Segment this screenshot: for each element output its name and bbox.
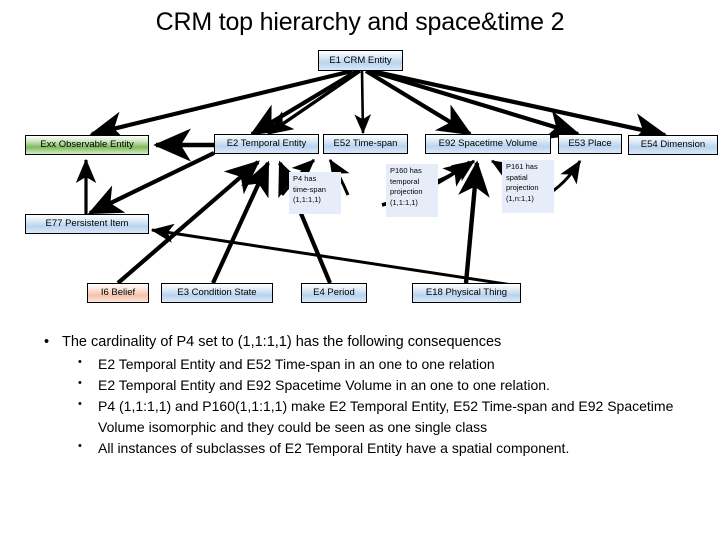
node-e2-temporal-entity[interactable]: E2 Temporal Entity (214, 134, 319, 154)
page-title: CRM top hierarchy and space&time 2 (155, 8, 565, 36)
node-label: E18 Physical Thing (425, 287, 508, 299)
property-line-4: (1,1:1,1) (390, 197, 418, 207)
property-line-2: time-span (293, 184, 326, 194)
property-line-3: (1,1:1,1) (293, 195, 321, 205)
node-label: E1 CRM Entity (329, 54, 392, 66)
bullet-sub-4: • All instances of subclasses of E2 Temp… (36, 438, 696, 459)
property-line-3: projection (390, 187, 423, 197)
node-e4-period[interactable]: E4 Period (301, 283, 367, 303)
node-label: E3 Condition State (177, 287, 257, 299)
edge-group-subclass (75, 128, 513, 287)
bullet-sub-1: • E2 Temporal Entity and E52 Time-span i… (36, 354, 696, 375)
bullet-marker: • (78, 377, 82, 390)
node-e3-condition-state[interactable]: E3 Condition State (161, 283, 273, 303)
property-line-4: (1,n:1,1) (506, 193, 534, 203)
property-line-1: P161 has (506, 162, 538, 171)
node-e1-crm-entity[interactable]: E1 CRM Entity (318, 50, 403, 71)
bullet-text: P4 (1,1:1,1) and P160(1,1:1,1) make E2 T… (98, 398, 674, 436)
bullet-sub-2: • E2 Temporal Entity and E92 Spacetime V… (36, 375, 696, 396)
bullet-text: E2 Temporal Entity and E52 Time-span in … (98, 356, 495, 373)
bullet-marker: • (78, 440, 82, 453)
node-label: E77 Persistent Item (45, 218, 129, 230)
bullet-marker: • (78, 356, 82, 369)
node-e53-place[interactable]: E53 Place (558, 134, 622, 154)
bullet-text: E2 Temporal Entity and E92 Spacetime Vol… (98, 377, 550, 394)
bullet-text: All instances of subclasses of E2 Tempor… (98, 440, 570, 457)
node-i6-belief[interactable]: I6 Belief (87, 283, 149, 303)
node-label: E52 Time-span (333, 138, 398, 150)
bullet-sub-3: • P4 (1,1:1,1) and P160(1,1:1,1) make E2… (36, 396, 696, 438)
node-label: E2 Temporal Entity (226, 138, 307, 150)
node-label: Exx Observable Entity (40, 139, 134, 151)
edge-group-isa-from-e1 (89, 68, 668, 143)
property-label-p4-has-time-span: P4 has time-span (1,1:1,1) (289, 172, 341, 214)
node-label: I6 Belief (100, 287, 136, 299)
property-line-2: temporal (390, 176, 420, 186)
bullet-text: The cardinality of P4 set to (1,1:1,1) h… (62, 334, 502, 350)
bullet-list: • The cardinality of P4 set to (1,1:1,1)… (36, 332, 696, 459)
node-e52-time-span[interactable]: E52 Time-span (323, 134, 408, 154)
node-e77-persistent-item[interactable]: E77 Persistent Item (25, 214, 149, 234)
property-label-p160-has-temporal-projection: P160 has temporal projection (1,1:1,1) (386, 164, 438, 217)
property-line-1: P4 has (293, 174, 317, 183)
node-label: E92 Spacetime Volume (438, 138, 538, 150)
node-e54-dimension[interactable]: E54 Dimension (628, 135, 718, 155)
node-label: E4 Period (313, 287, 355, 299)
bullet-marker: • (78, 398, 82, 411)
node-exx-observable-entity[interactable]: Exx Observable Entity (25, 135, 149, 155)
node-label: E53 Place (568, 138, 612, 150)
node-label: E54 Dimension (640, 139, 706, 151)
node-e18-physical-thing[interactable]: E18 Physical Thing (412, 283, 521, 303)
property-line-1: P160 has (390, 166, 422, 175)
property-label-p161-has-spatial-projection: P161 has spatial projection (1,n:1,1) (502, 160, 554, 213)
property-line-2: spatial (506, 172, 528, 182)
slide-canvas: CRM top hierarchy and space&time 2 E1 CR… (0, 0, 720, 540)
edge-group-to-e92 (458, 160, 490, 284)
bullet-marker: • (44, 334, 50, 350)
node-e92-spacetime-volume[interactable]: E92 Spacetime Volume (425, 134, 551, 154)
bullet-lead: • The cardinality of P4 set to (1,1:1,1)… (36, 332, 696, 353)
property-line-3: projection (506, 183, 539, 193)
